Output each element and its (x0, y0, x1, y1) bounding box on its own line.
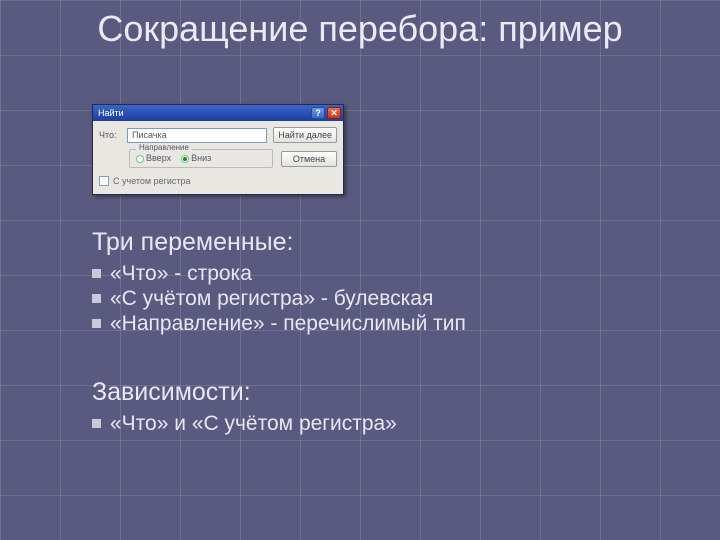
dialog-titlebar: Найти ? ✕ (93, 105, 343, 121)
list-item: «Направление» - перечислимый тип (92, 311, 466, 336)
vars-heading: Три переменные: (92, 228, 466, 257)
help-icon[interactable]: ? (311, 107, 325, 119)
close-icon[interactable]: ✕ (327, 107, 341, 119)
list-item: «Что» и «С учётом регистра» (92, 411, 397, 436)
direction-caption: Направление (136, 143, 192, 152)
list-item: «С учётом регистра» - булевская (92, 286, 466, 311)
what-label: Что: (99, 130, 121, 140)
cancel-button[interactable]: Отмена (281, 151, 337, 167)
deps-heading: Зависимости: (92, 378, 397, 407)
slide: Сокращение перебора: пример Найти ? ✕ Чт… (0, 0, 720, 540)
slide-title: Сокращение перебора: пример (0, 0, 720, 49)
search-input[interactable]: Писачка (127, 128, 267, 143)
find-next-button[interactable]: Найти далее (273, 127, 337, 143)
case-label: С учетом регистра (113, 176, 191, 186)
radio-up[interactable]: Вверх (136, 153, 171, 163)
find-dialog: Найти ? ✕ Что: Писачка Найти далее Напра… (92, 104, 344, 195)
dialog-caption: Найти (98, 108, 124, 118)
case-checkbox[interactable] (99, 176, 109, 186)
direction-group: Направление Вверх Вниз (129, 149, 273, 168)
list-item: «Что» - строка (92, 261, 466, 286)
radio-down[interactable]: Вниз (181, 153, 211, 163)
